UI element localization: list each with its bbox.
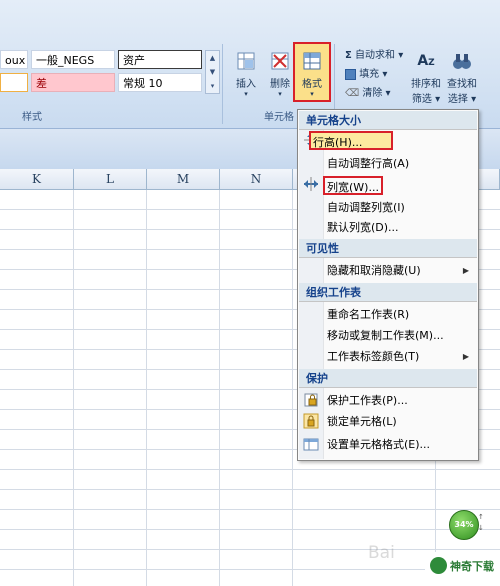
menu-item-autofit-column-width[interactable]: 自动调整列宽(I) bbox=[325, 198, 475, 217]
column-header-k[interactable]: K bbox=[0, 169, 74, 189]
format-cells-icon bbox=[303, 436, 319, 452]
menu-item-tab-color[interactable]: 工作表标签颜色(T) ▶ bbox=[325, 347, 475, 366]
grid-line bbox=[292, 190, 293, 586]
sort-label: 排序和 bbox=[411, 79, 441, 90]
grid-line bbox=[146, 190, 147, 586]
menu-item-autofit-row-height[interactable]: 自动调整行高(A) bbox=[325, 154, 475, 173]
menu-section-organize-sheets: 组织工作表 bbox=[299, 283, 477, 302]
menu-item-lock-cell[interactable]: 锁定单元格(L) bbox=[325, 412, 475, 431]
menu-section-cell-size: 单元格大小 bbox=[299, 111, 477, 130]
site-logo-text: 神奇下载 bbox=[450, 560, 494, 573]
sort-az-icon: AZ bbox=[417, 53, 435, 69]
column-header-n[interactable]: N bbox=[220, 169, 293, 189]
format-dropdown-menu: 单元格大小 行高(H)... 自动调整行高(A) 列宽(W)... 自动调整列宽… bbox=[297, 109, 479, 461]
style-cell[interactable]: 资产 bbox=[118, 50, 202, 69]
menu-item-move-copy-sheet[interactable]: 移动或复制工作表(M)... bbox=[325, 326, 475, 345]
gallery-scroll-buttons[interactable]: ▲ ▼ ▾ bbox=[205, 50, 220, 94]
style-cell[interactable] bbox=[0, 73, 28, 92]
find-label-2: 选择 bbox=[447, 94, 468, 105]
cells-group-label: 单元格 bbox=[264, 112, 294, 123]
protect-sheet-icon bbox=[303, 392, 319, 408]
lock-icon bbox=[303, 413, 319, 429]
menu-item-column-width[interactable]: 列宽(W)... bbox=[323, 176, 383, 195]
menu-item-protect-sheet[interactable]: 保护工作表(P)... bbox=[325, 391, 475, 410]
autosum-button[interactable]: Σ 自动求和 ▾ bbox=[345, 46, 403, 61]
delete-icon bbox=[269, 50, 291, 72]
clear-button[interactable]: ⌫ 清除 ▾ bbox=[345, 84, 391, 99]
style-cell-bad[interactable]: 差 bbox=[31, 73, 115, 92]
group-separator bbox=[222, 44, 223, 124]
find-select-button[interactable]: 查找和 选择 ▾ bbox=[444, 44, 480, 105]
submenu-arrow-icon: ▶ bbox=[462, 352, 469, 361]
fill-button[interactable]: 填充 ▾ bbox=[345, 65, 387, 80]
menu-item-rename-sheet[interactable]: 重命名工作表(R) bbox=[325, 305, 475, 324]
menu-section-protection: 保护 bbox=[299, 369, 477, 388]
format-icon bbox=[301, 50, 323, 72]
format-button[interactable]: 格式 ▾ bbox=[293, 42, 331, 102]
submenu-arrow-icon: ▶ bbox=[462, 266, 469, 275]
column-header-l[interactable]: L bbox=[74, 169, 147, 189]
menu-item-hide-unhide[interactable]: 隐藏和取消隐藏(U) ▶ bbox=[325, 261, 475, 280]
menu-item-row-height[interactable]: 行高(H)... bbox=[309, 131, 393, 150]
menu-item-default-width[interactable]: 默认列宽(D)... bbox=[325, 218, 475, 237]
sort-filter-button[interactable]: AZ 排序和 筛选 ▾ bbox=[408, 44, 444, 105]
grid-line bbox=[73, 190, 74, 586]
insert-button[interactable]: 插入 ▾ bbox=[228, 44, 264, 102]
sigma-icon: Σ bbox=[345, 50, 352, 61]
binoculars-icon bbox=[451, 50, 473, 72]
format-label: 格式 bbox=[302, 79, 322, 90]
column-header-m[interactable]: M bbox=[147, 169, 220, 189]
insert-label: 插入 bbox=[236, 79, 256, 90]
style-cell[interactable]: 一般_NEGS bbox=[31, 50, 115, 69]
style-cell[interactable]: oux bbox=[0, 50, 28, 69]
find-label: 查找和 bbox=[447, 79, 477, 90]
insert-icon bbox=[235, 50, 257, 72]
fill-icon bbox=[345, 68, 356, 80]
side-indicator: ↑ ↓ bbox=[478, 513, 484, 532]
site-logo-icon bbox=[430, 557, 447, 574]
watermark-text: Bai bbox=[368, 543, 395, 563]
menu-item-format-cells[interactable]: 设置单元格格式(E)... bbox=[325, 435, 475, 454]
styles-group-label: 样式 bbox=[22, 112, 42, 123]
grid-line bbox=[219, 190, 220, 586]
progress-badge: 34% bbox=[449, 510, 479, 540]
eraser-icon: ⌫ bbox=[345, 88, 360, 99]
column-width-icon bbox=[303, 176, 319, 192]
menu-section-visibility: 可见性 bbox=[299, 239, 477, 258]
sort-label-2: 筛选 bbox=[411, 94, 432, 105]
style-cell[interactable]: 常规 10 bbox=[118, 73, 202, 92]
